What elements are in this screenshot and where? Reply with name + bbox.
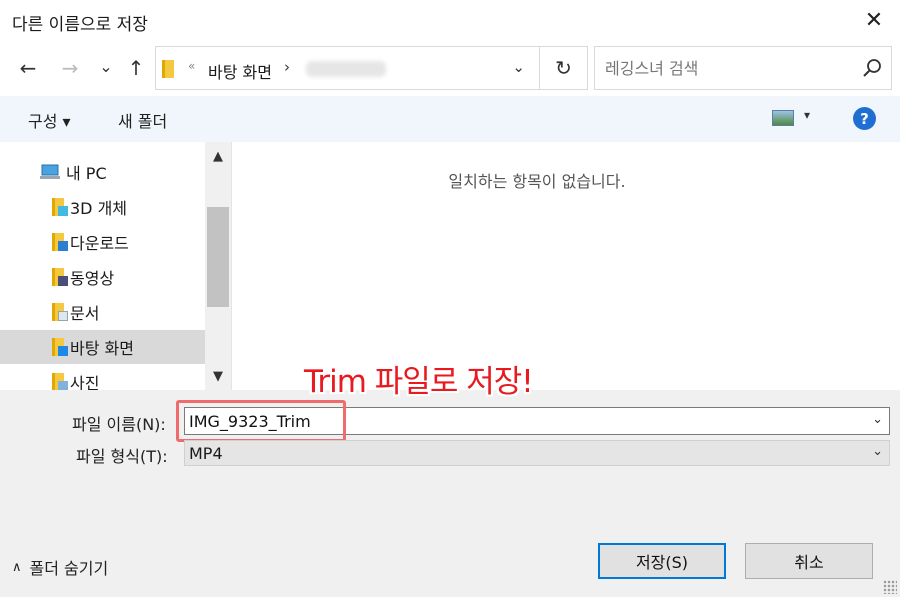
downloads-folder-icon xyxy=(52,233,68,251)
desktop-folder-icon xyxy=(52,338,68,356)
sidebar-item-label: 내 PC xyxy=(66,164,107,183)
computer-icon xyxy=(40,164,60,179)
sidebar-item-label: 다운로드 xyxy=(70,234,129,253)
navigation-pane: 내 PC 3D 개체 다운로드 동영상 문서 바탕 화면 사진 ▲ ▼ xyxy=(0,142,232,390)
breadcrumb-chevron-icon[interactable]: › xyxy=(284,58,290,76)
recent-locations-chevron-icon[interactable]: ⌄ xyxy=(92,52,120,80)
sidebar-item-desktop[interactable]: 바탕 화면 xyxy=(0,330,205,364)
scroll-down-icon[interactable]: ▼ xyxy=(205,366,231,386)
view-options-icon[interactable] xyxy=(772,110,794,126)
save-form-area: Trim 파일로 저장! 파일 이름(N): ⌄ 파일 형식(T): MP4 ⌄… xyxy=(0,364,900,597)
folder-icon xyxy=(162,60,174,78)
organize-button[interactable]: 구성 ▾ xyxy=(28,108,71,132)
sidebar-scrollbar[interactable]: ▲ ▼ xyxy=(205,142,231,390)
videos-folder-icon xyxy=(52,268,68,286)
refresh-icon[interactable]: ↻ xyxy=(540,46,588,90)
sidebar-item-pictures[interactable]: 사진 xyxy=(0,365,205,390)
back-arrow-icon[interactable]: ← xyxy=(14,54,42,82)
filetype-dropdown-icon[interactable]: ⌄ xyxy=(872,444,883,459)
navigation-bar: ← → ⌄ ↑ « 바탕 화면 › ⌄ ↻ xyxy=(0,42,900,96)
sidebar-item-label: 동영상 xyxy=(70,269,115,288)
save-button[interactable]: 저장(S) xyxy=(598,543,726,579)
filetype-label: 파일 형식(T): xyxy=(76,447,168,466)
documents-folder-icon xyxy=(52,303,68,321)
filetype-value: MP4 xyxy=(189,444,223,463)
breadcrumb-overflow[interactable]: « xyxy=(188,59,195,73)
filetype-select[interactable]: MP4 ⌄ xyxy=(184,440,890,466)
scrollbar-thumb[interactable] xyxy=(207,207,229,307)
view-dropdown-icon[interactable]: ▾ xyxy=(804,108,810,122)
chevron-up-icon: ∧ xyxy=(12,559,22,575)
title-bar: 다른 이름으로 저장 ✕ xyxy=(0,0,900,42)
sidebar-item-downloads[interactable]: 다운로드 xyxy=(0,225,205,259)
sidebar-item-documents[interactable]: 문서 xyxy=(0,295,205,329)
file-list-pane[interactable]: 일치하는 항목이 없습니다. xyxy=(232,142,900,390)
sidebar-item-3d-objects[interactable]: 3D 개체 xyxy=(0,190,205,224)
3d-objects-folder-icon xyxy=(52,198,68,216)
filename-combobox[interactable]: ⌄ xyxy=(184,407,890,435)
sidebar-item-videos[interactable]: 동영상 xyxy=(0,260,205,294)
hide-folders-label: 폴더 숨기기 xyxy=(29,559,109,578)
resize-grip[interactable] xyxy=(883,580,897,594)
scroll-up-icon[interactable]: ▲ xyxy=(205,146,231,166)
search-box[interactable] xyxy=(594,46,892,90)
breadcrumb-desktop[interactable]: 바탕 화면 xyxy=(208,59,272,83)
filename-dropdown-icon[interactable]: ⌄ xyxy=(872,412,883,427)
cancel-button[interactable]: 취소 xyxy=(745,543,873,579)
search-input[interactable] xyxy=(595,47,855,89)
pictures-folder-icon xyxy=(52,373,68,390)
address-dropdown-icon[interactable]: ⌄ xyxy=(512,58,525,76)
sidebar-item-label: 문서 xyxy=(70,304,100,323)
sidebar-item-label: 3D 개체 xyxy=(70,199,128,218)
hide-folders-toggle[interactable]: ∧ 폴더 숨기기 xyxy=(12,555,108,579)
blurred-breadcrumb[interactable] xyxy=(306,61,386,77)
sidebar-item-label: 사진 xyxy=(70,374,100,390)
up-arrow-icon[interactable]: ↑ xyxy=(122,54,150,82)
sidebar-item-this-pc[interactable]: 내 PC xyxy=(0,155,205,189)
annotation-text: Trim 파일로 저장! xyxy=(304,364,534,400)
close-icon[interactable]: ✕ xyxy=(862,8,886,33)
forward-arrow-icon[interactable]: → xyxy=(56,54,84,82)
address-bar[interactable]: « 바탕 화면 › ⌄ xyxy=(155,46,540,90)
new-folder-button[interactable]: 새 폴더 xyxy=(118,108,167,132)
window-title: 다른 이름으로 저장 xyxy=(12,15,148,35)
sidebar-item-label: 바탕 화면 xyxy=(70,339,134,358)
search-icon[interactable] xyxy=(861,57,883,79)
filename-input[interactable] xyxy=(185,408,855,434)
help-icon[interactable]: ? xyxy=(853,107,876,130)
command-toolbar: 구성 ▾ 새 폴더 ▾ ? xyxy=(0,96,900,142)
filename-label: 파일 이름(N): xyxy=(72,415,166,434)
empty-message: 일치하는 항목이 없습니다. xyxy=(448,172,626,191)
